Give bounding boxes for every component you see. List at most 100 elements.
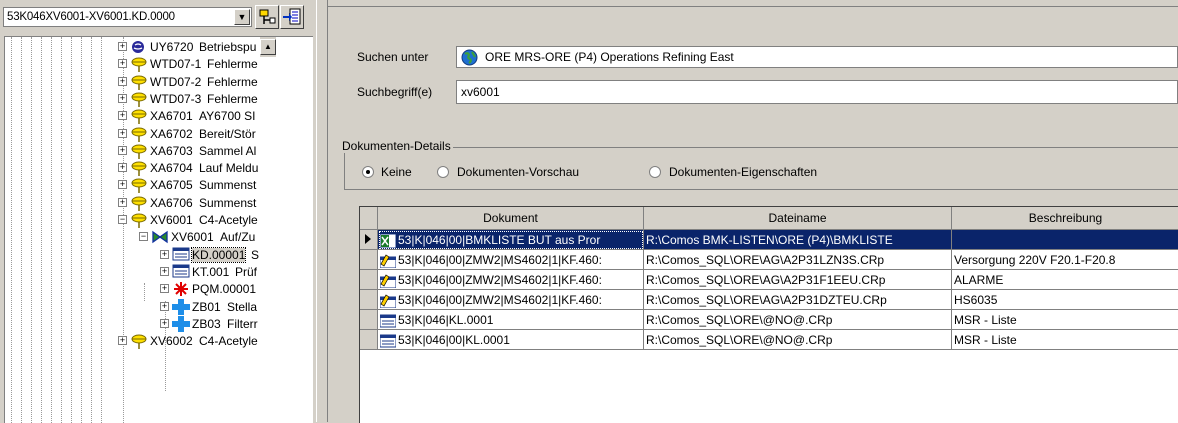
row-header[interactable] bbox=[360, 330, 378, 350]
tree-item[interactable]: + XV6002 C4-Acetyle bbox=[5, 333, 260, 350]
expand-icon[interactable]: + bbox=[118, 336, 127, 346]
tree-item-code: XV6001 bbox=[150, 213, 193, 227]
list-arrow-icon bbox=[283, 8, 301, 25]
expand-icon[interactable]: + bbox=[118, 111, 127, 121]
scroll-up-arrow-icon[interactable]: ▲ bbox=[260, 39, 276, 55]
row-header[interactable] bbox=[360, 290, 378, 310]
tree-item[interactable]: + XA6701 AY6700 SI bbox=[5, 108, 260, 125]
navigate-up-button[interactable] bbox=[255, 5, 279, 29]
expand-icon[interactable]: + bbox=[160, 266, 169, 276]
tree-item[interactable]: − XV6001 C4-Acetyle bbox=[5, 212, 260, 229]
tree-item[interactable]: + WTD07-2 Fehlerme bbox=[5, 74, 260, 91]
tree-scrollbar[interactable]: ▲ bbox=[260, 37, 276, 57]
cell-dateiname[interactable]: R:\Comos_SQL\ORE\AG\A2P31F1EEU.CRp bbox=[644, 270, 952, 290]
document-icon bbox=[172, 247, 190, 263]
tree-item-label: S bbox=[251, 247, 260, 262]
cell-dokument[interactable]: 53|K|046|00|ZMW2|MS4602|1|KF.460: bbox=[378, 270, 644, 290]
tree-item-code: WTD07-3 bbox=[150, 91, 202, 106]
expand-icon[interactable]: + bbox=[118, 42, 127, 51]
tree-item-label: AY6700 SI bbox=[199, 109, 256, 124]
tree-item[interactable]: + UY6720 Betriebspu bbox=[5, 39, 260, 56]
cell-dokument[interactable]: 53|K|046|00|ZMW2|MS4602|1|KF.460: bbox=[378, 290, 644, 310]
radio-keine[interactable] bbox=[362, 166, 374, 178]
yellow-pin-icon bbox=[130, 108, 148, 125]
cell-dateiname[interactable]: R:\Comos_SQL\ORE\@NO@.CRp bbox=[644, 310, 952, 330]
list-view-button[interactable] bbox=[280, 5, 304, 29]
row-header[interactable] bbox=[360, 270, 378, 290]
cell-dateiname-text: R:\Comos_SQL\ORE\@NO@.CRp bbox=[646, 333, 833, 347]
cell-dateiname[interactable]: R:\Comos_SQL\ORE\@NO@.CRp bbox=[644, 330, 952, 350]
expand-icon[interactable]: + bbox=[160, 301, 169, 311]
expand-icon[interactable]: + bbox=[160, 249, 169, 259]
suchen-unter-field[interactable]: ORE MRS-ORE (P4) Operations Refining Eas… bbox=[456, 46, 1178, 68]
expand-icon[interactable]: + bbox=[118, 163, 127, 173]
yellow-pin-icon bbox=[130, 195, 148, 211]
tree-item[interactable]: + WTD07-1 Fehlerme bbox=[5, 56, 260, 73]
column-header-dateiname[interactable]: Dateiname bbox=[644, 207, 952, 230]
expand-icon[interactable]: + bbox=[160, 318, 169, 328]
cell-beschreibung-text: HS6035 bbox=[954, 293, 998, 307]
tree-item-code: XV6001 bbox=[171, 230, 214, 245]
radio-dokumenten-vorschau-label[interactable]: Dokumenten-Vorschau bbox=[457, 165, 579, 179]
column-header-dokument[interactable]: Dokument bbox=[378, 207, 644, 230]
cell-beschreibung[interactable]: MSR - Liste bbox=[952, 310, 1178, 330]
cell-dateiname[interactable]: R:\Comos BMK-LISTEN\ORE (P4)\BMKLISTE bbox=[644, 230, 952, 250]
tree-item[interactable]: + ZB01 Stella bbox=[5, 298, 260, 316]
expand-icon[interactable]: + bbox=[118, 59, 127, 69]
cell-beschreibung[interactable]: MSR - Liste bbox=[952, 330, 1178, 350]
expand-icon[interactable]: + bbox=[118, 180, 127, 190]
tree-item[interactable]: + XA6702 Bereit/Stör bbox=[5, 126, 260, 143]
cell-beschreibung-text: MSR - Liste bbox=[954, 313, 1017, 327]
expand-icon[interactable]: + bbox=[118, 145, 127, 155]
cell-dokument[interactable]: 53|K|046|00|ZMW2|MS4602|1|KF.460: bbox=[378, 250, 644, 270]
cell-dateiname[interactable]: R:\Comos_SQL\ORE\AG\A2P31DZTEU.CRp bbox=[644, 290, 952, 310]
radio-keine-label[interactable]: Keine bbox=[381, 165, 412, 179]
pane-splitter[interactable] bbox=[316, 0, 328, 422]
tree-item[interactable]: + KD.00001 S bbox=[5, 246, 260, 264]
tree-item[interactable]: + WTD07-3 Fehlerme bbox=[5, 91, 260, 108]
tree-item[interactable]: + ZB03 Filterr bbox=[5, 315, 260, 333]
row-header[interactable] bbox=[360, 310, 378, 330]
yellow-pin-icon bbox=[130, 56, 148, 73]
cell-beschreibung[interactable] bbox=[952, 230, 1178, 250]
radio-dokumenten-eigenschaften[interactable] bbox=[649, 166, 661, 178]
results-grid[interactable]: Dokument Dateiname Beschreibung 53|K|046… bbox=[359, 206, 1178, 423]
expand-icon[interactable]: + bbox=[118, 128, 127, 138]
report-edit-icon bbox=[380, 273, 398, 288]
tree-item-code: UY6720 bbox=[150, 40, 194, 54]
expand-icon[interactable]: + bbox=[118, 76, 127, 86]
cell-beschreibung-text: Versorgung 220V F20.1-F20.8 bbox=[954, 253, 1116, 267]
chevron-down-icon[interactable]: ▼ bbox=[234, 9, 250, 25]
tree-item[interactable]: + KT.001 Prüf bbox=[5, 264, 260, 281]
tree-item-label: Stella bbox=[227, 299, 258, 314]
row-header[interactable] bbox=[360, 230, 378, 250]
tree-item[interactable]: + XA6704 Lauf Meldu bbox=[5, 160, 260, 177]
cell-dateiname[interactable]: R:\Comos_SQL\ORE\AG\A2P31LZN3S.CRp bbox=[644, 250, 952, 270]
expand-icon[interactable]: + bbox=[118, 93, 127, 103]
tree-item-code: ZB01 bbox=[192, 299, 221, 314]
collapse-icon[interactable]: − bbox=[139, 232, 148, 242]
expand-icon[interactable]: + bbox=[160, 284, 169, 294]
tree-item[interactable]: − XV6001 Auf/Zu bbox=[5, 229, 260, 246]
tree-item[interactable]: + XA6703 Sammel Al bbox=[5, 143, 260, 160]
tree-item[interactable]: + XA6705 Summenst bbox=[5, 177, 260, 194]
cell-dokument[interactable]: 53|K|046|KL.0001 bbox=[378, 310, 644, 330]
cell-beschreibung[interactable]: Versorgung 220V F20.1-F20.8 bbox=[952, 250, 1178, 270]
tree-item[interactable]: + PQM.00001 bbox=[5, 281, 260, 298]
radio-dokumenten-eigenschaften-label[interactable]: Dokumenten-Eigenschaften bbox=[669, 165, 817, 179]
row-header[interactable] bbox=[360, 250, 378, 270]
expand-icon[interactable]: + bbox=[118, 197, 127, 207]
tree-item-code: XA6704 bbox=[150, 161, 193, 176]
object-combo[interactable]: 53K046XV6001-XV6001.KD.0000 ▼ bbox=[3, 7, 252, 27]
object-tree[interactable]: + UY6720 Betriebspu + WTD07-1 Fehlerme + WTD07-… bbox=[4, 36, 313, 423]
suchbegriff-input[interactable]: xv6001 bbox=[456, 80, 1178, 104]
navigator-pane: 53K046XV6001-XV6001.KD.0000 ▼ + UY6720 Bet bbox=[0, 0, 316, 423]
cell-beschreibung[interactable]: ALARME bbox=[952, 270, 1178, 290]
collapse-icon[interactable]: − bbox=[118, 215, 127, 224]
cell-dokument[interactable]: 53|K|046|00|BMKLISTE BUT aus Pror bbox=[378, 230, 644, 250]
column-header-beschreibung[interactable]: Beschreibung bbox=[952, 207, 1178, 230]
cell-beschreibung[interactable]: HS6035 bbox=[952, 290, 1178, 310]
radio-dokumenten-vorschau[interactable] bbox=[437, 166, 449, 178]
tree-item[interactable]: + XA6706 Summenst bbox=[5, 195, 260, 212]
cell-dokument[interactable]: 53|K|046|00|KL.0001 bbox=[378, 330, 644, 350]
